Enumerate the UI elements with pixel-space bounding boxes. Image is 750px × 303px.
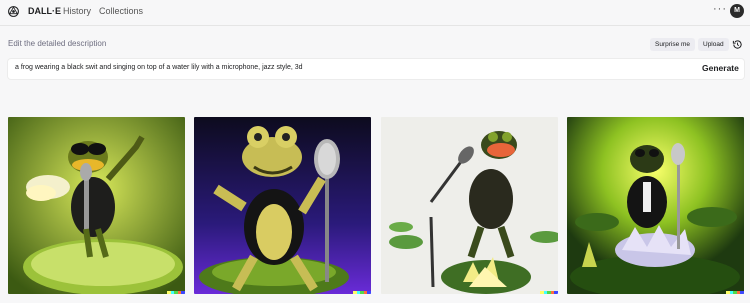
brand-name[interactable]: DALL·E [28, 6, 61, 16]
user-avatar[interactable]: M [730, 4, 744, 18]
nav-link-collections[interactable]: Collections [99, 6, 143, 16]
dalle-watermark [353, 291, 371, 294]
surprise-me-button[interactable]: Surprise me [650, 38, 696, 51]
top-navigation-bar: DALL·E History Collections ··· M [0, 0, 750, 26]
dalle-watermark [726, 291, 744, 294]
frog-red-lips-image [381, 117, 558, 294]
frog-tuxedo-water-lily-image [567, 117, 744, 294]
upload-button[interactable]: Upload [698, 38, 729, 51]
openai-logo-icon[interactable] [7, 5, 20, 18]
generated-image-4[interactable] [567, 117, 744, 294]
frog-suit-microphone-image [194, 117, 371, 294]
more-horizontal-icon[interactable]: ··· [713, 3, 727, 15]
generated-image-1[interactable] [8, 117, 185, 294]
dalle-watermark [540, 291, 558, 294]
history-clock-icon[interactable] [732, 39, 743, 50]
dalle-watermark [167, 291, 185, 294]
generate-button[interactable]: Generate [702, 63, 739, 73]
generated-image-3[interactable] [381, 117, 558, 294]
nav-link-history[interactable]: History [63, 6, 91, 16]
edit-description-label: Edit the detailed description [8, 39, 107, 48]
frog-lily-pad-image [8, 117, 185, 294]
prompt-text-value[interactable]: a frog wearing a black swit and singing … [15, 64, 303, 71]
prompt-input[interactable]: a frog wearing a black swit and singing … [8, 59, 744, 79]
generated-image-2[interactable] [194, 117, 371, 294]
